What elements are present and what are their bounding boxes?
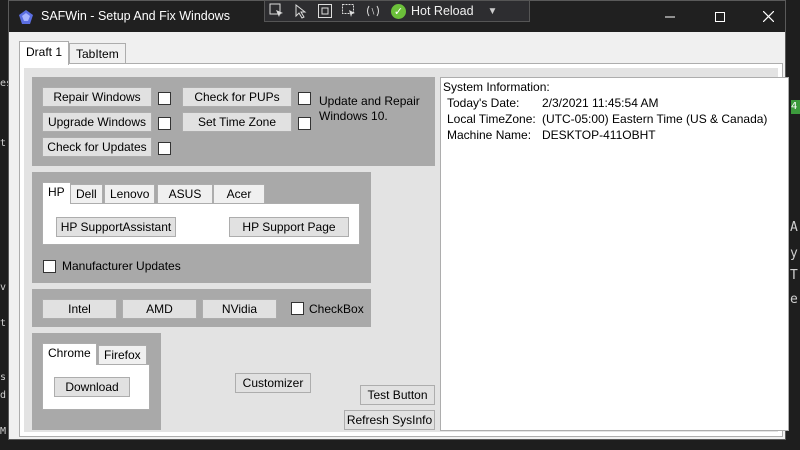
background-code-glyph: d bbox=[0, 390, 7, 401]
hp-tab-page: HP SupportAssistant HP Support Page bbox=[42, 203, 360, 245]
tab-dell[interactable]: Dell bbox=[70, 184, 103, 204]
chrome-tab-page: Download bbox=[42, 364, 150, 410]
close-button[interactable] bbox=[745, 1, 791, 32]
browser-panel: Chrome Firefox Download bbox=[32, 333, 161, 430]
hot-reload-label: Hot Reload bbox=[411, 4, 474, 18]
app-icon bbox=[19, 10, 33, 24]
tab-lenovo[interactable]: Lenovo bbox=[104, 184, 156, 204]
background-code-glyph: M bbox=[0, 426, 7, 437]
upgrade-windows-checkbox[interactable] bbox=[158, 117, 171, 130]
system-info-heading: System Information: bbox=[443, 80, 550, 94]
hot-reload-indicator[interactable]: ✓ Hot Reload ▼ bbox=[391, 3, 498, 19]
local-timezone-value: (UTC-05:00) Eastern Time (US & Canada) bbox=[542, 112, 768, 126]
checkmark-icon: ✓ bbox=[391, 3, 406, 19]
set-time-zone-checkbox[interactable] bbox=[298, 117, 311, 130]
todays-date-label: Today's Date: bbox=[447, 96, 520, 110]
upgrade-windows-button[interactable]: Upgrade Windows bbox=[42, 112, 152, 132]
check-for-pups-checkbox[interactable] bbox=[298, 92, 311, 105]
chevron-down-icon[interactable]: ▼ bbox=[488, 6, 498, 17]
refresh-sysinfo-button[interactable]: Refresh SysInfo bbox=[344, 410, 435, 430]
driver-checkbox-label: CheckBox bbox=[309, 302, 364, 316]
layout-adorner-icon[interactable] bbox=[313, 1, 337, 21]
tab-draft-1[interactable]: Draft 1 bbox=[19, 41, 70, 65]
track-focus-icon[interactable] bbox=[337, 1, 361, 21]
minimize-button[interactable] bbox=[647, 1, 693, 32]
repair-windows-checkbox[interactable] bbox=[158, 92, 171, 105]
app-window: SAFWin - Setup And Fix Windows Draft 1 T… bbox=[8, 0, 789, 440]
tab-firefox[interactable]: Firefox bbox=[98, 345, 147, 365]
download-button[interactable]: Download bbox=[54, 377, 130, 397]
tab-tabitem[interactable]: TabItem bbox=[69, 43, 126, 65]
select-element-icon[interactable] bbox=[265, 1, 289, 21]
cursor-select-icon[interactable] bbox=[289, 1, 313, 21]
driver-panel: Intel AMD NVidia CheckBox bbox=[32, 289, 371, 327]
customizer-button[interactable]: Customizer bbox=[235, 373, 311, 393]
check-for-updates-button[interactable]: Check for Updates bbox=[42, 137, 152, 157]
machine-name-label: Machine Name: bbox=[447, 128, 532, 142]
tab-asus[interactable]: ASUS bbox=[157, 184, 213, 204]
background-code-glyph: t bbox=[0, 318, 7, 329]
background-code-glyph: e bbox=[790, 292, 798, 307]
hp-supportassistant-button[interactable]: HP SupportAssistant bbox=[56, 217, 176, 237]
background-code-glyph: A bbox=[790, 220, 798, 235]
manufacturer-updates-checkbox[interactable] bbox=[43, 260, 56, 273]
background-code-glyph: y bbox=[790, 246, 798, 261]
tab-acer[interactable]: Acer bbox=[213, 184, 265, 204]
svg-text:\: \ bbox=[372, 7, 375, 16]
system-info-box: System Information: Today's Date: 2/3/20… bbox=[440, 77, 789, 431]
driver-checkbox[interactable] bbox=[291, 302, 304, 315]
maximize-icon bbox=[715, 11, 725, 22]
test-button[interactable]: Test Button bbox=[360, 385, 435, 405]
todays-date-value: 2/3/2021 11:45:54 AM bbox=[542, 96, 659, 110]
tab-chrome[interactable]: Chrome bbox=[42, 343, 97, 365]
background-code-glyph: T bbox=[790, 268, 798, 283]
nvidia-button[interactable]: NVidia bbox=[202, 299, 277, 319]
maximize-button[interactable] bbox=[697, 1, 743, 32]
manufacturer-panel: HP Dell Lenovo ASUS Acer HP SupportAssis… bbox=[32, 172, 371, 283]
check-for-pups-button[interactable]: Check for PUPs bbox=[182, 87, 292, 107]
hp-support-page-button[interactable]: HP Support Page bbox=[229, 217, 349, 237]
repair-panel: Repair Windows Upgrade Windows Check for… bbox=[32, 77, 435, 166]
check-for-updates-checkbox[interactable] bbox=[158, 142, 171, 155]
background-code-glyph: t bbox=[0, 138, 7, 149]
amd-button[interactable]: AMD bbox=[122, 299, 197, 319]
intel-button[interactable]: Intel bbox=[42, 299, 117, 319]
minimize-icon bbox=[665, 16, 675, 17]
xaml-debug-toolbar: \ ✓ Hot Reload ▼ bbox=[264, 0, 530, 22]
background-status-tag: 4 bbox=[791, 100, 800, 114]
background-code-glyph: s bbox=[0, 372, 7, 383]
close-icon bbox=[762, 11, 774, 22]
background-code-glyph: v bbox=[0, 282, 7, 293]
tab-hp[interactable]: HP bbox=[42, 182, 71, 204]
window-title: SAFWin - Setup And Fix Windows bbox=[41, 9, 230, 23]
binding-failures-icon[interactable]: \ bbox=[361, 1, 385, 21]
machine-name-value: DESKTOP-411OBHT bbox=[542, 128, 656, 142]
repair-windows-button[interactable]: Repair Windows bbox=[42, 87, 152, 107]
local-timezone-label: Local TimeZone: bbox=[447, 112, 536, 126]
set-time-zone-button[interactable]: Set Time Zone bbox=[182, 112, 292, 132]
manufacturer-updates-label: Manufacturer Updates bbox=[62, 259, 181, 273]
update-repair-description: Update and Repair Windows 10. bbox=[319, 94, 420, 123]
